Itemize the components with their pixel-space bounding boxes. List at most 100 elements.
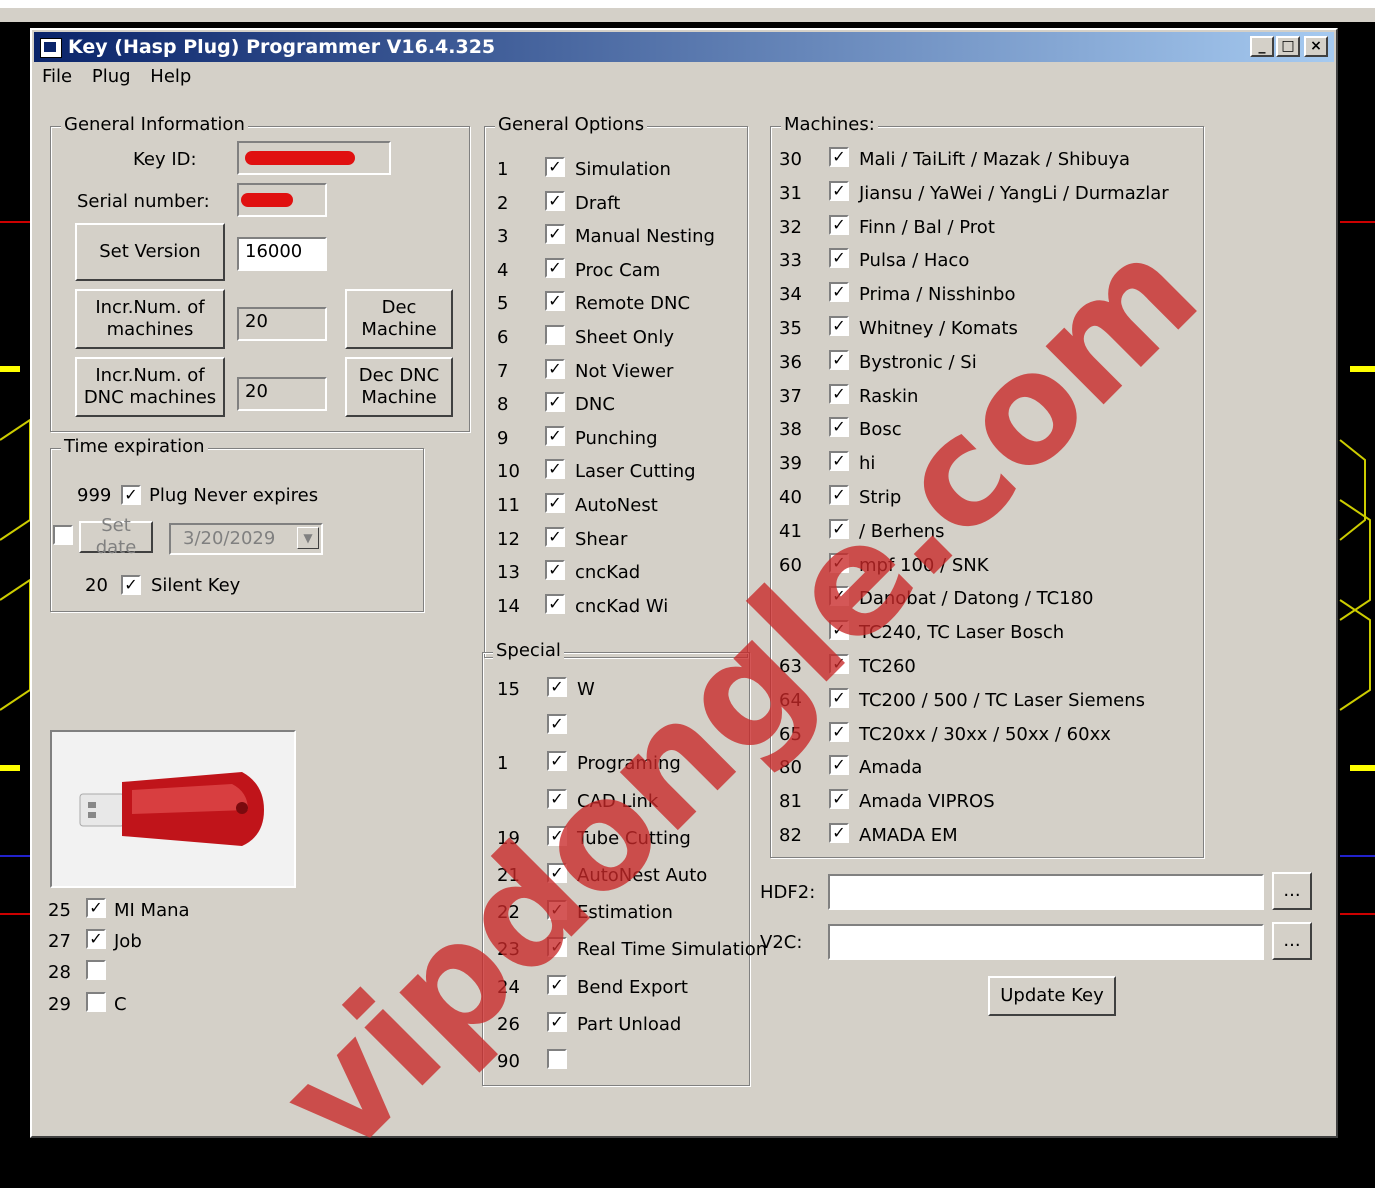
option-checkbox[interactable] bbox=[545, 325, 565, 345]
option-checkbox[interactable]: ✓ bbox=[547, 788, 567, 809]
set-date-checkbox[interactable] bbox=[53, 525, 73, 545]
option-number: 29 bbox=[48, 994, 71, 1015]
never-expires-checkbox[interactable]: ✓ bbox=[121, 485, 141, 505]
option-checkbox[interactable] bbox=[547, 1049, 567, 1069]
option-checkbox[interactable]: ✓ bbox=[829, 485, 849, 505]
hdf2-label: HDF2: bbox=[760, 882, 816, 903]
option-checkbox[interactable]: ✓ bbox=[829, 552, 849, 573]
menu-plug[interactable]: Plug bbox=[92, 66, 131, 87]
option-checkbox[interactable]: ✓ bbox=[829, 248, 849, 269]
hdf2-browse-button[interactable]: ... bbox=[1272, 872, 1312, 910]
option-checkbox[interactable]: ✓ bbox=[547, 825, 567, 846]
option-checkbox[interactable]: ✓ bbox=[545, 593, 565, 614]
option-checkbox[interactable]: ✓ bbox=[545, 157, 565, 177]
option-checkbox[interactable]: ✓ bbox=[829, 282, 849, 303]
option-checkbox[interactable]: ✓ bbox=[829, 316, 849, 336]
general-options-title: General Options bbox=[495, 114, 648, 135]
incr-machines-button[interactable]: Incr.Num. of machines bbox=[75, 289, 225, 349]
option-checkbox[interactable]: ✓ bbox=[547, 751, 567, 772]
left-option-row: 28 bbox=[48, 960, 248, 986]
option-checkbox[interactable]: ✓ bbox=[545, 224, 565, 245]
option-number: 11 bbox=[497, 495, 520, 516]
machines-field[interactable]: 20 bbox=[237, 307, 327, 341]
option-checkbox[interactable]: ✓ bbox=[829, 654, 849, 674]
option-checkbox[interactable]: ✓ bbox=[829, 755, 849, 776]
maximize-button[interactable]: □ bbox=[1276, 36, 1300, 57]
option-number: 21 bbox=[497, 865, 520, 886]
option-checkbox[interactable]: ✓ bbox=[545, 493, 565, 513]
option-checkbox[interactable]: ✓ bbox=[545, 425, 565, 446]
menu-help[interactable]: Help bbox=[150, 66, 191, 87]
close-button[interactable]: × bbox=[1304, 36, 1328, 57]
option-checkbox[interactable]: ✓ bbox=[547, 937, 567, 958]
option-checkbox[interactable]: ✓ bbox=[545, 526, 565, 547]
option-row: 82 ✓ AMADA EM bbox=[779, 823, 1179, 849]
option-checkbox[interactable]: ✓ bbox=[545, 459, 565, 480]
option-checkbox[interactable]: ✓ bbox=[829, 687, 849, 708]
v2c-browse-button[interactable]: ... bbox=[1272, 922, 1312, 960]
serial-field[interactable] bbox=[237, 183, 327, 217]
incr-dnc-button[interactable]: Incr.Num. of DNC machines bbox=[75, 357, 225, 417]
option-checkbox[interactable]: ✓ bbox=[829, 586, 849, 607]
option-number: 65 bbox=[779, 723, 802, 745]
option-checkbox[interactable]: ✓ bbox=[545, 358, 565, 379]
option-checkbox[interactable]: ✓ bbox=[829, 789, 849, 810]
set-date-button[interactable]: Set date bbox=[79, 515, 153, 558]
option-checkbox[interactable]: ✓ bbox=[829, 383, 849, 404]
option-checkbox[interactable]: ✓ bbox=[547, 714, 567, 735]
title-bar[interactable]: Key (Hasp Plug) Programmer V16.4.325 _ □… bbox=[34, 32, 1334, 62]
option-label: MI Mana bbox=[114, 900, 190, 921]
option-number: 24 bbox=[497, 976, 520, 998]
option-checkbox[interactable]: ✓ bbox=[86, 929, 106, 949]
set-version-button[interactable]: Set Version bbox=[75, 223, 225, 281]
option-checkbox[interactable]: ✓ bbox=[547, 863, 567, 883]
option-checkbox[interactable]: ✓ bbox=[829, 721, 849, 742]
option-checkbox[interactable]: ✓ bbox=[829, 823, 849, 843]
version-field[interactable]: 16000 bbox=[237, 237, 327, 271]
option-label: TC240, TC Laser Bosch bbox=[859, 622, 1065, 644]
option-checkbox[interactable]: ✓ bbox=[829, 147, 849, 167]
option-checkbox[interactable]: ✓ bbox=[86, 898, 106, 918]
chevron-down-icon[interactable]: ▼ bbox=[297, 527, 319, 549]
option-label: Bystronic / Si bbox=[859, 351, 977, 373]
option-checkbox[interactable]: ✓ bbox=[545, 291, 565, 312]
option-label: AutoNest Auto bbox=[577, 865, 708, 886]
option-number: 30 bbox=[779, 149, 802, 170]
option-checkbox[interactable]: ✓ bbox=[829, 518, 849, 539]
option-number: 9 bbox=[497, 427, 509, 449]
option-number: 12 bbox=[497, 528, 520, 550]
option-row: 63 ✓ TC260 bbox=[779, 654, 1179, 680]
option-checkbox[interactable]: ✓ bbox=[547, 677, 567, 697]
option-checkbox[interactable]: ✓ bbox=[829, 417, 849, 438]
option-checkbox[interactable]: ✓ bbox=[545, 190, 565, 211]
hdf2-field[interactable] bbox=[828, 874, 1264, 910]
silent-key-checkbox[interactable]: ✓ bbox=[121, 575, 141, 595]
option-checkbox[interactable]: ✓ bbox=[829, 349, 849, 370]
dec-machine-button[interactable]: Dec Machine bbox=[345, 289, 453, 349]
option-number: 41 bbox=[779, 520, 802, 542]
option-checkbox[interactable]: ✓ bbox=[545, 560, 565, 581]
option-checkbox[interactable]: ✓ bbox=[829, 180, 849, 201]
dnc-field[interactable]: 20 bbox=[237, 377, 327, 411]
special-options-group: Special 15 ✓ W ✓ 1 ✓ Programing ✓ CAD Link 19 ✓ Tub… bbox=[482, 640, 767, 1086]
option-checkbox[interactable] bbox=[86, 960, 106, 980]
option-checkbox[interactable]: ✓ bbox=[829, 620, 849, 641]
option-checkbox[interactable]: ✓ bbox=[829, 451, 849, 472]
minimize-button[interactable]: _ bbox=[1250, 36, 1274, 57]
date-picker[interactable]: 3/20/2029 ▼ bbox=[169, 523, 323, 555]
option-checkbox[interactable]: ✓ bbox=[547, 1011, 567, 1032]
option-checkbox[interactable]: ✓ bbox=[547, 900, 567, 921]
dongle-photo bbox=[50, 730, 296, 888]
v2c-field[interactable] bbox=[828, 924, 1264, 960]
option-row: 36 ✓ Bystronic / Si bbox=[779, 349, 1179, 376]
option-row: 65 ✓ TC20xx / 30xx / 50xx / 60xx bbox=[779, 721, 1179, 748]
option-checkbox[interactable]: ✓ bbox=[829, 214, 849, 235]
menu-file[interactable]: File bbox=[42, 66, 72, 87]
update-key-button[interactable]: Update Key bbox=[988, 976, 1116, 1016]
option-checkbox[interactable]: ✓ bbox=[547, 974, 567, 995]
option-checkbox[interactable] bbox=[86, 992, 106, 1012]
dec-dnc-button[interactable]: Dec DNC Machine bbox=[345, 357, 453, 417]
option-checkbox[interactable]: ✓ bbox=[545, 392, 565, 413]
key-id-field[interactable] bbox=[237, 141, 391, 175]
option-checkbox[interactable]: ✓ bbox=[545, 257, 565, 278]
